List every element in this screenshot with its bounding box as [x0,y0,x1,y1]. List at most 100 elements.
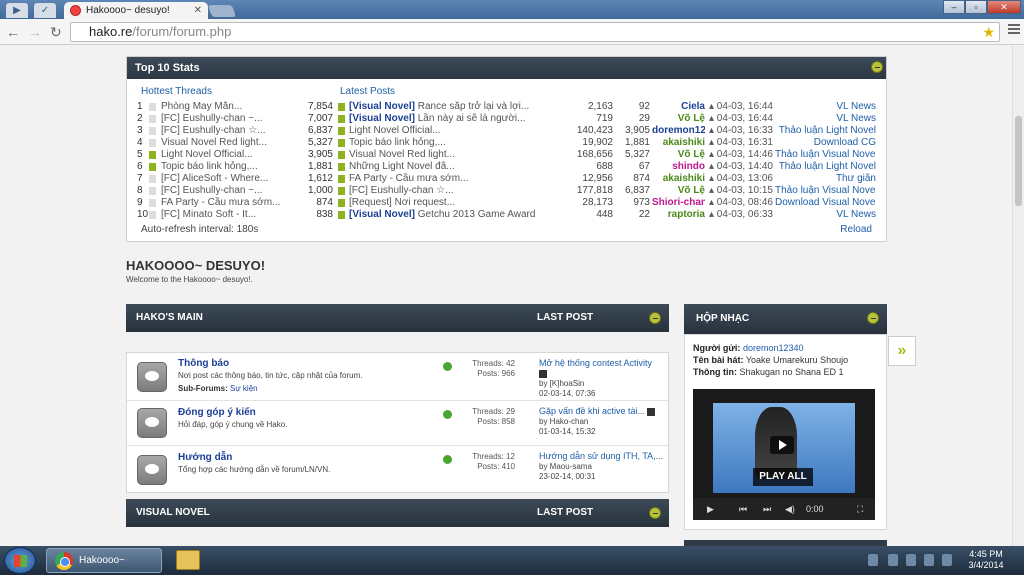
play-control-icon[interactable]: ▶ [707,498,714,520]
latest-post-forum-link[interactable]: Download Visual Novel [775,197,876,209]
latest-post-user-link[interactable]: akaishiki [652,173,705,185]
system-clock[interactable]: 4:45 PM 3/4/2014 [966,549,1006,571]
last-post-title-link[interactable]: Hướng dẫn sử dụng ITH, TA,... [539,451,663,461]
tray-signal-icon[interactable] [924,554,934,566]
taskbar-chrome-window[interactable]: Hakoooo~ desuy... [46,548,162,573]
stats-row: 6 Topic báo link hỏng,... 1,881 Những Light… [127,161,888,173]
bookmark-star-icon[interactable]: ★ [982,23,995,41]
latest-post-link[interactable]: [Visual Novel] Getchu 2013 Game Award [349,209,549,221]
last-post-title-link[interactable]: Mở hệ thống contest Activity [539,358,652,368]
fullscreen-icon[interactable]: ⛶ [857,498,863,520]
latest-post-user-link[interactable]: Võ Lệ [652,113,705,125]
latest-post-user-link[interactable]: doremon12340 [652,125,705,137]
previous-icon[interactable]: ⏮ [739,498,747,520]
reload-icon[interactable]: ↻ [50,23,62,41]
next-arrow-icon[interactable]: » [888,336,916,366]
latest-post-user-link[interactable]: shindo [652,161,705,173]
play-icon[interactable] [770,436,794,454]
latest-post-forum-link[interactable]: Thảo luận Visual Novel [775,185,876,197]
hottest-thread-link[interactable]: [FC] Eushully-chan ~... [161,185,301,197]
browser-tab[interactable]: Hakoooo~ desuyo! ✕ [64,2,208,19]
next-icon[interactable]: ⏭ [763,498,771,520]
forum-name-link[interactable]: Đóng góp ý kiến [178,407,256,418]
last-post-author[interactable]: by Maou-sama [539,462,592,471]
latest-post-replies: 29 [638,113,650,124]
subforum-link[interactable]: Sự kiện [230,384,258,393]
app-launcher-icon[interactable]: ▶ [6,3,28,18]
latest-post-views: 19,902 [582,137,613,148]
latest-post-user-link[interactable]: raptoria [652,209,705,221]
scrollbar-thumb[interactable] [1015,116,1022,206]
latest-post-forum-link[interactable]: Download CG [775,137,876,149]
latest-post-link[interactable]: [FC] Eushully-chan ☆... [349,185,549,197]
latest-post-link[interactable]: [Request] Nơi request... [349,197,549,209]
minimize-button[interactable]: ‒ [943,0,965,14]
collapse-stats-icon[interactable] [871,61,883,73]
tray-flag-icon[interactable] [906,554,916,566]
latest-post-user-link[interactable]: akaishiki [652,137,705,149]
explorer-folder-icon[interactable] [176,550,200,570]
tray-volume-icon[interactable] [942,554,952,566]
tab-close-icon[interactable]: ✕ [194,2,202,19]
forum-name-link[interactable]: Thông báo [178,358,229,369]
go-to-post-icon[interactable] [647,407,656,416]
last-post-author[interactable]: by [K]hoaSin [539,379,584,388]
go-to-post-icon[interactable] [539,369,547,378]
hottest-thread-link[interactable]: [FC] Minato Soft - It... [161,209,301,221]
tray-network-icon[interactable] [868,554,878,566]
volume-icon[interactable]: ◀) [785,498,795,520]
collapse-category-icon[interactable] [649,312,661,324]
latest-post-forum-link[interactable]: VL News [775,209,876,221]
hottest-thread-link[interactable]: Light Novel Official... [161,149,301,161]
latest-post-link[interactable]: [Visual Novel] Lần này ai sẽ là người... [349,113,549,125]
forum-status-icon [137,362,167,392]
sender-name[interactable]: doremon12340 [740,343,804,353]
hottest-thread-link[interactable]: FA Party - Cầu mưa sớm... [161,197,301,209]
address-bar[interactable]: hako.re/forum/forum.php ★ [70,22,1000,42]
category-title[interactable]: HAKO'S MAIN [136,312,203,323]
forum-name-link[interactable]: Hướng dẫn [178,452,232,463]
latest-post-user-link[interactable]: Ciela [652,101,705,113]
pinned-app-icon[interactable]: ✓ [34,3,56,18]
top-stats-box: Top 10 Stats Hottest Threads Latest Post… [126,56,887,242]
tray-app-icon[interactable] [888,554,898,566]
hottest-thread-link[interactable]: Topic báo link hỏng,... [161,161,301,173]
hottest-thread-link[interactable]: Phòng May Mắn... [161,101,301,113]
start-button[interactable] [4,547,36,574]
collapse-category-icon[interactable] [649,507,661,519]
latest-post-forum-link[interactable]: Thảo luận Light Novel [775,161,876,173]
last-post-author[interactable]: by Hako-chan [539,417,588,426]
last-post-title-link[interactable]: Gặp vấn đề khi active tài... [539,406,645,416]
back-arrow-icon[interactable]: ← [6,23,20,41]
hottest-thread-link[interactable]: Visual Novel Red light... [161,137,301,149]
latest-post-link[interactable]: FA Party - Cầu mưa sớm... [349,173,549,185]
hottest-thread-link[interactable]: [FC] Eushully-chan ☆... [161,125,301,137]
collapse-music-icon[interactable] [867,312,879,324]
latest-post-forum-link[interactable]: Thảo luận Visual Novel [775,149,876,161]
reload-link[interactable]: Reload [840,224,872,235]
new-tab-button[interactable] [207,5,237,17]
latest-post-user-link[interactable]: Võ Lệ [652,185,705,197]
latest-post-link[interactable]: Topic báo link hỏng,... [349,137,549,149]
video-player[interactable]: PLAY ALL ▶ ⏮ ⏭ ◀) 0:00 ⛶ [693,389,875,520]
scrollbar[interactable] [1012,46,1024,546]
category-header-hakos-main: HAKO'S MAIN LAST POST [126,304,669,332]
latest-post-user-link[interactable]: Shiori-chan [652,197,705,209]
latest-post-user-link[interactable]: Võ Lệ [652,149,705,161]
category-title[interactable]: VISUAL NOVEL [136,507,210,518]
latest-post-forum-link[interactable]: Thảo luận Light Novel [775,125,876,137]
latest-post-link[interactable]: Những Light Novel đã... [349,161,549,173]
browser-menu-icon[interactable] [1008,24,1020,36]
latest-post-forum-link[interactable]: VL News [775,113,876,125]
hottest-thread-link[interactable]: [FC] Eushully-chan ~... [161,113,301,125]
latest-post-link[interactable]: [Visual Novel] Rance sắp trở lại và lợi.… [349,101,549,113]
latest-post-forum-link[interactable]: Thư giãn [775,173,876,185]
hottest-thread-link[interactable]: [FC] AliceSoft - Where... [161,173,301,185]
play-all-button[interactable]: PLAY ALL [753,468,813,486]
latest-post-forum-link[interactable]: VL News [775,101,876,113]
forward-arrow-icon[interactable]: → [28,23,42,41]
maximize-button[interactable]: ▫ [965,0,987,14]
close-window-button[interactable]: ✕ [987,0,1021,14]
latest-post-link[interactable]: Light Novel Official... [349,125,549,137]
latest-post-link[interactable]: Visual Novel Red light... [349,149,549,161]
